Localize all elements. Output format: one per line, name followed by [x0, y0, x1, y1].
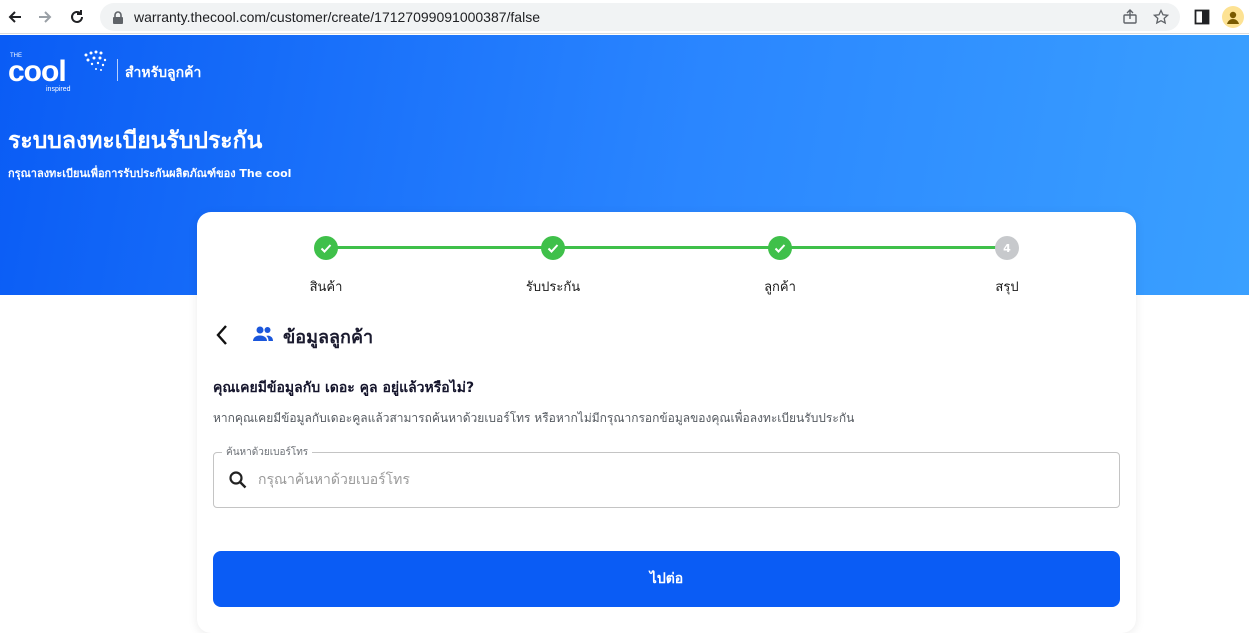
- step-4-number: 4: [995, 236, 1019, 260]
- next-button[interactable]: ไปต่อ: [213, 551, 1120, 607]
- step-2-check-icon: [541, 236, 565, 260]
- forward-arrow-icon[interactable]: [33, 5, 57, 29]
- lock-icon: [112, 10, 124, 29]
- step-connector: [779, 246, 1007, 249]
- address-url[interactable]: warranty.thecool.com/customer/create/171…: [134, 9, 540, 25]
- step-3-check-icon: [768, 236, 792, 260]
- phone-search-field[interactable]: ค้นหาด้วยเบอร์โทร: [213, 445, 1120, 508]
- reload-icon[interactable]: [65, 5, 89, 29]
- existing-customer-question: คุณเคยมีข้อมูลกับ เดอะ คูล อยู่แล้วหรือไ…: [213, 380, 475, 396]
- step-connector: [553, 246, 779, 249]
- search-icon: [228, 470, 248, 494]
- svg-text:inspired: inspired: [46, 86, 71, 93]
- brand-logo[interactable]: THE cool inspired: [8, 47, 108, 93]
- step-1-check-icon: [314, 236, 338, 260]
- step-label-customer: ลูกค้า: [764, 280, 796, 295]
- browser-toolbar: warranty.thecool.com/customer/create/171…: [0, 0, 1249, 34]
- step-connector: [325, 246, 553, 249]
- step-label-warranty: รับประกัน: [525, 280, 581, 295]
- step-label-summary: สรุป: [995, 280, 1019, 295]
- brand-subtitle: สำหรับลูกค้า: [125, 65, 202, 81]
- share-icon[interactable]: [1120, 7, 1140, 27]
- page-title: ระบบลงทะเบียนรับประกัน: [8, 128, 263, 154]
- phone-search-input[interactable]: [258, 467, 1098, 493]
- star-icon[interactable]: [1151, 7, 1171, 27]
- people-icon: [252, 325, 274, 347]
- back-chevron-icon[interactable]: [211, 322, 233, 348]
- phone-search-label: ค้นหาด้วยเบอร์โทร: [222, 445, 313, 460]
- address-bar[interactable]: warranty.thecool.com/customer/create/171…: [100, 3, 1180, 31]
- profile-icon[interactable]: [1222, 6, 1244, 28]
- svg-text:cool: cool: [8, 55, 66, 88]
- step-label-product: สินค้า: [309, 280, 343, 295]
- page-subtitle: กรุณาลงทะเบียนเพื่อการรับประกันผลิตภัณฑ์…: [8, 167, 292, 180]
- back-arrow-icon[interactable]: [3, 5, 27, 29]
- sidepanel-icon[interactable]: [1190, 5, 1214, 29]
- search-hint: หากคุณเคยมีข้อมูลกับเดอะคูลแล้วสามารถค้น…: [213, 411, 855, 425]
- logo-divider: [117, 59, 118, 81]
- registration-card: 4 สินค้า รับประกัน ลูกค้า สรุป ข้อมูลลูก…: [197, 212, 1136, 633]
- section-title: ข้อมูลลูกค้า: [283, 327, 374, 348]
